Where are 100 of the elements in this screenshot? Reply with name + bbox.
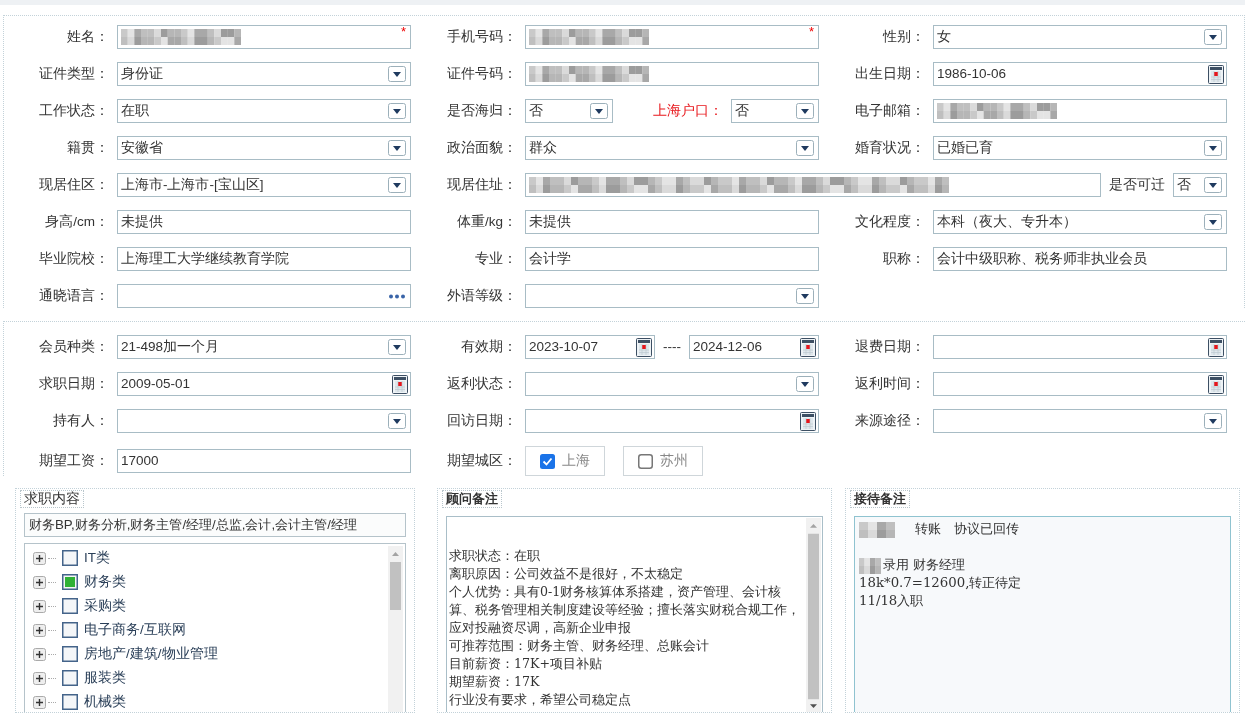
field-label: 求职日期： — [38, 374, 109, 393]
dropdown[interactable]: 女 — [933, 25, 1227, 49]
field-label: 返利时间： — [854, 374, 925, 393]
text-field[interactable]: * — [117, 25, 411, 49]
dropdown[interactable]: 群众 — [525, 136, 819, 160]
scrollbar[interactable] — [388, 546, 403, 712]
expand-icon[interactable] — [33, 671, 46, 685]
text-field[interactable] — [525, 62, 819, 86]
checkbox[interactable] — [62, 646, 78, 663]
tree-item-label[interactable]: IT类 — [84, 548, 110, 569]
date-field[interactable]: 1986-10-06 — [933, 62, 1227, 86]
calendar-icon[interactable] — [1208, 65, 1224, 84]
tree-item-label[interactable]: 机械类 — [84, 692, 126, 712]
notes-field[interactable]: 转账 协议已回传 录用 财务经理 18k*0.7=12600,转正待定 11/18入职 — [854, 516, 1231, 712]
date-field[interactable] — [933, 372, 1227, 396]
expand-icon[interactable] — [33, 575, 46, 589]
field-label: 现居住区： — [38, 175, 109, 194]
text-field[interactable]: 上海理工大学继续教育学院 — [117, 247, 411, 271]
dropdown[interactable]: 已婚已育 — [933, 136, 1227, 160]
checkbox[interactable] — [62, 574, 78, 591]
text-field[interactable]: 会计中级职称、税务师非执业会员 — [933, 247, 1227, 271]
field-label: 现居住址： — [446, 175, 517, 194]
field-label: 返利状态： — [446, 374, 517, 393]
checkbox[interactable] — [62, 670, 78, 687]
text-field[interactable]: 会计学 — [525, 247, 819, 271]
calendar-icon[interactable] — [636, 338, 652, 357]
calendar-icon[interactable] — [800, 338, 816, 357]
tree-item-label[interactable]: 房地产/建筑/物业管理 — [84, 644, 218, 665]
checkbox[interactable] — [62, 598, 78, 615]
range-separator: ---- — [663, 337, 681, 356]
checkbox[interactable] — [62, 550, 78, 567]
dropdown[interactable]: 在职 — [117, 99, 411, 123]
calendar-icon[interactable] — [1208, 338, 1224, 357]
field-label: 持有人： — [52, 411, 109, 430]
field-label: 有效期： — [460, 337, 517, 356]
checkbox[interactable] — [540, 453, 555, 469]
dropdown[interactable]: 21-498加一个月 — [117, 335, 411, 359]
tree-item-label[interactable]: 财务类 — [84, 572, 126, 593]
tree-item-label[interactable]: 服装类 — [84, 668, 126, 689]
panel-title: 顾问备注 — [442, 490, 502, 508]
selection-field[interactable]: 财务BP,财务分析,财务主管/经理/总监,会计,会计主管/经理 — [24, 513, 406, 538]
note-line: 18k*0.7=12600,转正待定 — [859, 574, 1022, 593]
panel-title: 接待备注 — [850, 490, 910, 508]
field-label: 籍贯： — [66, 138, 109, 157]
dropdown[interactable]: 本科（夜大、专升本） — [933, 210, 1227, 234]
calendar-icon[interactable] — [1208, 375, 1224, 394]
dropdown[interactable]: 安徽省 — [117, 136, 411, 160]
expand-icon[interactable] — [33, 695, 46, 709]
field-label: 姓名： — [66, 27, 109, 46]
checkbox-option[interactable]: 上海 — [525, 446, 605, 476]
expand-icon[interactable] — [33, 551, 46, 565]
text-field[interactable]: 17000 — [117, 449, 411, 473]
field-label: 证件号码： — [446, 64, 517, 83]
field-label: 是否可迁 — [1109, 175, 1165, 194]
field-label: 出生日期： — [854, 64, 925, 83]
expand-icon[interactable] — [33, 599, 46, 613]
dropdown[interactable]: 身份证 — [117, 62, 411, 86]
expand-icon[interactable] — [33, 647, 46, 661]
text-field[interactable]: 未提供 — [525, 210, 819, 234]
checkbox[interactable] — [638, 453, 653, 469]
ellipsis-icon[interactable] — [388, 294, 406, 299]
date-field[interactable] — [525, 409, 819, 433]
tree-item-label[interactable]: 电子商务/互联网 — [84, 620, 186, 641]
required-mark: * — [400, 25, 406, 38]
field-label: 来源途径： — [854, 411, 925, 430]
field-label: 毕业院校： — [38, 249, 109, 268]
checkbox-option[interactable]: 苏州 — [623, 446, 703, 476]
dropdown[interactable]: 上海市-上海市-[宝山区] — [117, 173, 411, 197]
text-field[interactable]: 未提供 — [117, 210, 411, 234]
date-field[interactable]: 2023-10-07 — [525, 335, 655, 359]
note-line: 11/18入职 — [859, 592, 924, 611]
required-mark: * — [808, 25, 814, 38]
dropdown[interactable]: 否 — [1173, 173, 1227, 197]
field-label: 体重/kg： — [456, 212, 517, 231]
field-label: 上海户口： — [652, 101, 723, 120]
field-label: 婚育状况： — [854, 138, 925, 157]
text-field[interactable] — [933, 99, 1227, 123]
field-label: 专业： — [474, 249, 517, 268]
dropdown[interactable]: 否 — [525, 99, 613, 123]
calendar-icon[interactable] — [392, 375, 408, 394]
note-line: 录用 财务经理 — [883, 556, 966, 575]
field-label: 性别： — [881, 27, 925, 46]
calendar-icon[interactable] — [800, 412, 816, 431]
field-label: 职称： — [882, 249, 925, 268]
date-field[interactable]: 2024-12-06 — [689, 335, 819, 359]
expand-icon[interactable] — [33, 623, 46, 637]
field-label: 文化程度： — [854, 212, 925, 231]
tree-item-label[interactable]: 采购类 — [84, 596, 126, 617]
checkbox[interactable] — [62, 622, 78, 639]
scrollbar[interactable] — [806, 518, 821, 712]
date-field[interactable] — [933, 335, 1227, 359]
text-field[interactable]: * — [525, 25, 819, 49]
date-field[interactable]: 2009-05-01 — [117, 372, 411, 396]
notes-field[interactable]: 求职状态：在职 离职原因：公司效益不是很好，不太稳定 个人优势：具有0-1财务核算体系搭建，资产管理、会计核算、税务管理相关制度建设等经验；擅长落实财税合规工作，应对投融资尽调，高新企业申报 可推荐范围：财务主管、财务经理、总账会计 目前薪资：17K+项目补贴 期望薪资：17K 行业没有要求，希望公司稳定点 — [446, 516, 823, 712]
checkbox[interactable] — [62, 694, 78, 711]
picker-field[interactable] — [117, 284, 411, 308]
note-line: 转账 协议已回传 — [915, 520, 1019, 539]
text-field[interactable] — [525, 173, 1101, 197]
field-label: 证件类型： — [38, 64, 109, 83]
dropdown[interactable]: 否 — [731, 99, 819, 123]
